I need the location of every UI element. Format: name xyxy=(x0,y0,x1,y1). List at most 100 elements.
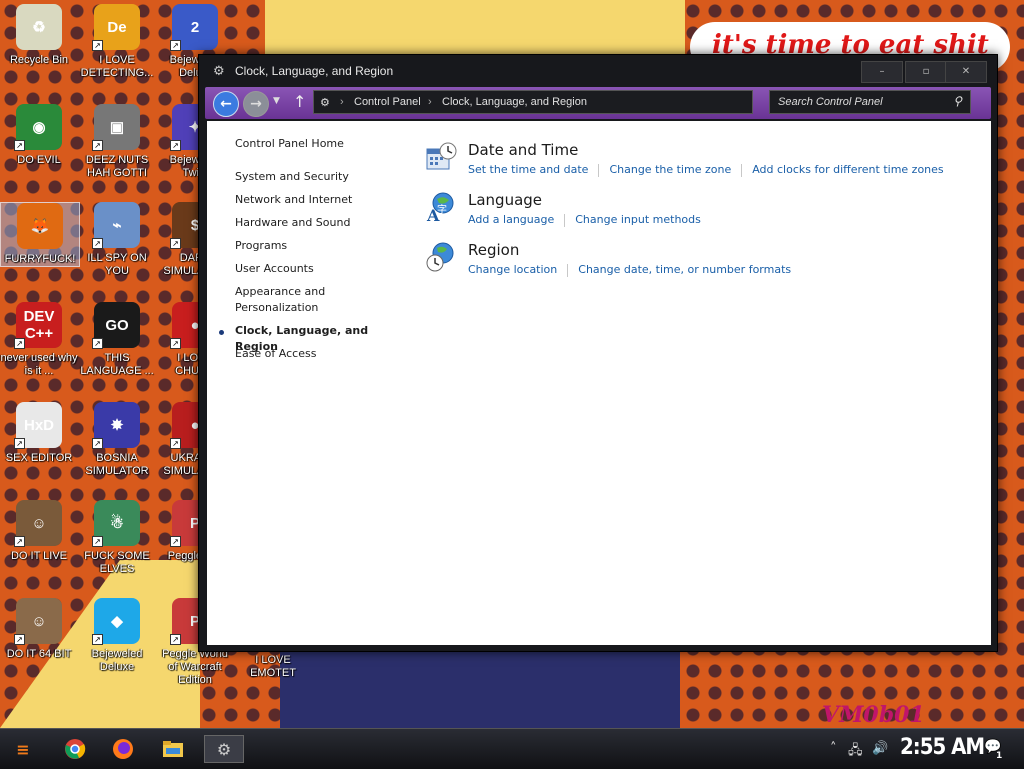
desktop-icon-label: Bejeweled Deluxe xyxy=(91,648,143,673)
sidebar-item-user-accounts[interactable]: User Accounts xyxy=(235,261,395,277)
region-title[interactable]: Region xyxy=(468,241,519,259)
navigation-bar: ← → ▼ ↑ ⚙ › Control Panel › Clock, Langu… xyxy=(205,87,991,119)
taskbar-file-explorer-icon[interactable] xyxy=(158,735,188,763)
desktop-icon-label: never used why is it ... xyxy=(0,352,78,377)
sidebar-item-hardware[interactable]: Hardware and Sound xyxy=(235,215,395,231)
shortcut-arrow-icon: ↗ xyxy=(14,536,25,547)
close-button[interactable]: ✕ xyxy=(945,61,987,83)
desktop-icon-label: I LOVE DETECTING... xyxy=(80,54,154,79)
maximize-button[interactable]: ▫ xyxy=(905,61,947,83)
shortcut-arrow-icon: ↗ xyxy=(92,634,103,645)
language-title[interactable]: Language xyxy=(468,191,542,209)
shortcut-arrow-icon: ↗ xyxy=(14,338,25,349)
desktop-icon[interactable]: ✸ BOSNIA SIMULATOR ↗ xyxy=(78,402,156,478)
forward-button[interactable]: → xyxy=(243,91,269,117)
desktop-icon-label: I LOVE EMOTET xyxy=(250,654,296,679)
desktop-icon[interactable]: ▣ DEEZ NUTS HAH GOTTI ↗ xyxy=(78,104,156,180)
wallpaper-scene xyxy=(280,652,680,728)
sidebar-item-system-security[interactable]: System and Security xyxy=(235,169,395,185)
start-button[interactable]: ≡ xyxy=(8,735,38,763)
taskbar-chrome-icon[interactable] xyxy=(60,735,90,763)
date-time-title[interactable]: Date and Time xyxy=(468,141,578,159)
shortcut-arrow-icon: ↗ xyxy=(92,140,103,151)
search-placeholder: Search Control Panel xyxy=(778,96,883,108)
shortcut-arrow-icon: ↗ xyxy=(92,338,103,349)
desktop-icon[interactable]: GO THIS LANGUAGE ... ↗ xyxy=(78,302,156,378)
active-bullet-icon xyxy=(219,330,224,335)
shortcut-arrow-icon: ↗ xyxy=(170,140,181,151)
shortcut-arrow-icon: ↗ xyxy=(170,438,181,449)
change-location-link[interactable]: Change location xyxy=(468,263,557,276)
desktop-icon-label: DO EVIL xyxy=(17,154,61,166)
desktop-icon-label: THIS LANGUAGE ... xyxy=(80,352,154,377)
taskbar: ≡ ⚙ ˄ 🖧 🔊 2:55 AM 💬 1 xyxy=(0,728,1024,769)
wallpaper-character-hair xyxy=(265,0,685,55)
title-bar[interactable]: ⚙ Clock, Language, and Region – ▫ ✕ xyxy=(199,55,997,87)
set-time-date-link[interactable]: Set the time and date xyxy=(468,163,588,176)
desktop-icon-label: Peggle World of Warcraft Edition xyxy=(162,648,228,686)
shortcut-arrow-icon: ↗ xyxy=(14,140,25,151)
desktop-icon[interactable]: HxD SEX EDITOR ↗ xyxy=(0,402,78,465)
desktop-app-icon: ♻ xyxy=(16,4,62,50)
desktop-icon[interactable]: ⌁ ILL SPY ON YOU ↗ xyxy=(78,202,156,278)
taskbar-firefox-icon[interactable] xyxy=(108,735,138,763)
breadcrumb-separator-icon: › xyxy=(428,96,432,108)
shortcut-arrow-icon: ↗ xyxy=(170,634,181,645)
taskbar-clock[interactable]: 2:55 AM xyxy=(900,735,985,760)
shortcut-arrow-icon: ↗ xyxy=(170,338,181,349)
search-input[interactable]: Search Control Panel ⚲ xyxy=(769,90,971,114)
volume-icon[interactable]: 🔊 xyxy=(872,741,888,756)
taskbar-control-panel-icon[interactable]: ⚙ xyxy=(204,735,244,763)
sidebar-item-network[interactable]: Network and Internet xyxy=(235,192,395,208)
recent-pages-chevron-down-icon[interactable]: ▼ xyxy=(273,96,280,106)
change-time-zone-link[interactable]: Change the time zone xyxy=(609,163,731,176)
sidebar-item-appearance[interactable]: Appearance and Personalization xyxy=(235,284,345,316)
desktop-icon-label: Recycle Bin xyxy=(9,54,69,66)
change-input-methods-link[interactable]: Change input methods xyxy=(575,213,701,226)
desktop-icon[interactable]: De I LOVE DETECTING... ↗ xyxy=(78,4,156,80)
add-language-link[interactable]: Add a language xyxy=(468,213,554,226)
desktop-icon-label: DO IT LIVE xyxy=(10,550,68,562)
shortcut-arrow-icon: ↗ xyxy=(14,634,25,645)
shortcut-arrow-icon: ↗ xyxy=(170,238,181,249)
network-icon[interactable]: 🖧 xyxy=(848,741,863,763)
sidebar-item-ease-of-access[interactable]: Ease of Access xyxy=(235,346,395,362)
region-globe-clock-icon xyxy=(426,242,454,272)
language-globe-icon: A 字 xyxy=(426,192,454,223)
show-hidden-icons-chevron-up-icon[interactable]: ˄ xyxy=(830,741,837,756)
back-button[interactable]: ← xyxy=(213,91,239,117)
change-formats-link[interactable]: Change date, time, or number formats xyxy=(578,263,791,276)
control-panel-window: ⚙ Clock, Language, and Region – ▫ ✕ ← → … xyxy=(198,54,998,652)
window-title: Clock, Language, and Region xyxy=(235,64,394,78)
address-bar[interactable]: ⚙ › Control Panel › Clock, Language, and… xyxy=(313,90,753,114)
add-clocks-link[interactable]: Add clocks for different time zones xyxy=(752,163,943,176)
up-button[interactable]: ↑ xyxy=(293,92,306,111)
desktop-icon[interactable]: ☺ DO IT LIVE ↗ xyxy=(0,500,78,563)
desktop-icon-label: BOSNIA SIMULATOR xyxy=(85,452,149,477)
breadcrumb-control-panel[interactable]: Control Panel xyxy=(354,96,421,108)
address-control-panel-icon: ⚙ xyxy=(320,97,330,109)
desktop-icon-label: SEX EDITOR xyxy=(5,452,73,464)
notification-count-badge: 1 xyxy=(996,751,1003,761)
desktop-icon[interactable]: ☺ DO IT 64 BIT ↗ xyxy=(0,598,78,661)
sidebar-item-control-panel-home[interactable]: Control Panel Home xyxy=(235,136,395,152)
control-panel-icon: ⚙ xyxy=(213,64,225,79)
breadcrumb-current[interactable]: Clock, Language, and Region xyxy=(442,96,587,108)
sidebar-item-programs[interactable]: Programs xyxy=(235,238,395,254)
calendar-clock-icon xyxy=(426,142,457,170)
desktop-icon[interactable]: ◉ DO EVIL ↗ xyxy=(0,104,78,167)
desktop-icon[interactable]: I LOVE EMOTET xyxy=(234,650,312,680)
breadcrumb-separator-icon: › xyxy=(340,96,344,108)
desktop-icon[interactable]: ☃ FUCK SOME ELVES ↗ xyxy=(78,500,156,576)
desktop-app-icon: 🦊 xyxy=(17,203,63,249)
desktop-icon[interactable]: DEV C++ never used why is it ... ↗ xyxy=(0,302,78,378)
desktop-icon[interactable]: ♻ Recycle Bin xyxy=(0,4,78,67)
minimize-button[interactable]: – xyxy=(861,61,903,83)
shortcut-arrow-icon: ↗ xyxy=(170,40,181,51)
svg-text:字: 字 xyxy=(437,203,447,216)
desktop-icon[interactable]: ◆ Bejeweled Deluxe ↗ xyxy=(78,598,156,674)
link-separator xyxy=(567,263,569,277)
search-icon[interactable]: ⚲ xyxy=(953,94,962,108)
link-separator xyxy=(741,163,743,177)
desktop-icon[interactable]: 🦊 FURRYFUCK! xyxy=(0,202,80,267)
